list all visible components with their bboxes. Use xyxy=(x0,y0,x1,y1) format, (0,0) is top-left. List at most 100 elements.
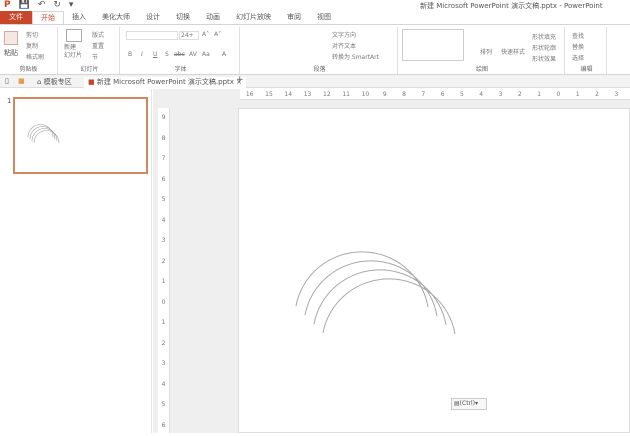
italic-button[interactable]: I xyxy=(141,51,143,58)
section-button[interactable]: 节 xyxy=(92,52,98,61)
title-bar: P 💾 ↶ ↻ ▾ 新建 Microsoft PowerPoint 演示文稿.p… xyxy=(0,0,630,11)
slides-group: 新建 幻灯片 版式 重置 节 幻灯片 xyxy=(60,27,120,74)
new-slide-icon xyxy=(66,29,82,42)
paste-icon xyxy=(4,31,18,45)
redo-icon[interactable]: ↻ xyxy=(53,0,61,10)
change-case-button[interactable]: Aa xyxy=(202,51,210,58)
strikethrough-button[interactable]: abc xyxy=(174,51,185,58)
font-label: 字体 xyxy=(122,64,239,73)
new-slide-button[interactable]: 新建 幻灯片 xyxy=(64,44,82,60)
shrink-font-button[interactable]: A˅ xyxy=(214,31,221,38)
slides-label: 幻灯片 xyxy=(60,64,119,73)
tab-view[interactable]: 视图 xyxy=(309,11,339,24)
editing-group: 查找 替换 选择 编辑 xyxy=(567,27,607,74)
ruler-tick-label: 2 xyxy=(510,89,529,99)
paste-button[interactable]: 粘贴 xyxy=(4,48,18,58)
tab-slideshow[interactable]: 幻灯片放映 xyxy=(228,11,279,24)
ruler-tick-label: 0 xyxy=(158,293,169,314)
tab-insert[interactable]: 插入 xyxy=(64,11,94,24)
quick-access-toolbar: P 💾 ↶ ↻ ▾ xyxy=(4,0,73,10)
replace-button[interactable]: 替换 xyxy=(572,42,584,51)
convert-smartart-button[interactable]: 转换为 SmartArt xyxy=(332,52,379,61)
ruler-tick-label: 2 xyxy=(158,334,169,355)
document-tabs: ▯ ■ ⌂ 模板专区 ■ 新建 Microsoft PowerPoint 演示文… xyxy=(0,75,630,88)
ruler-tick-label: 9 xyxy=(158,108,169,129)
shapes-gallery[interactable] xyxy=(402,29,464,61)
ruler-tick-label: 16 xyxy=(240,89,259,99)
slide-editor: 161514131211109876543210123 987654321012… xyxy=(153,89,630,433)
underline-button[interactable]: U xyxy=(153,51,157,58)
ruler-tick-label: 2 xyxy=(158,252,169,273)
paste-options-button[interactable]: ▤(Ctrl)▾ xyxy=(451,398,487,410)
drawing-group: 排列 快速样式 形状填充 形状轮廓 形状效果 绘图 xyxy=(400,27,565,74)
copy-button[interactable]: 复制 xyxy=(26,41,38,50)
tab-beautify[interactable]: 美化大师 xyxy=(94,11,138,24)
ruler-tick-label: 3 xyxy=(491,89,510,99)
shape-effects-button[interactable]: 形状效果 xyxy=(532,54,556,63)
reset-button[interactable]: 重置 xyxy=(92,41,104,50)
template-tab[interactable]: ⌂ 模板专区 xyxy=(37,77,72,87)
arrange-button[interactable]: 排列 xyxy=(480,47,492,56)
paragraph-group: 文字方向 对齐文本 转换为 SmartArt 段落 xyxy=(242,27,398,74)
font-size-select[interactable]: 24+ xyxy=(179,31,199,40)
ruler-tick-label: 6 xyxy=(433,89,452,99)
shape-fill-button[interactable]: 形状填充 xyxy=(532,32,556,41)
ruler-tick-label: 1 xyxy=(568,89,587,99)
tab-animations[interactable]: 动画 xyxy=(198,11,228,24)
ruler-tick-label: 13 xyxy=(298,89,317,99)
editing-label: 编辑 xyxy=(567,64,606,73)
drawing-label: 绘图 xyxy=(400,64,564,73)
align-text-button[interactable]: 对齐文本 xyxy=(332,41,356,50)
shadow-button[interactable]: S xyxy=(165,51,169,58)
bold-button[interactable]: B xyxy=(128,51,132,58)
font-group: 24+ A˄ A˅ B I U S abc AV Aa A 字体 xyxy=(122,27,240,74)
cut-button[interactable]: 剪切 xyxy=(26,30,38,39)
tab-review[interactable]: 审阅 xyxy=(279,11,309,24)
ruler-tick-label: 3 xyxy=(607,89,626,99)
find-button[interactable]: 查找 xyxy=(572,31,584,40)
slide-thumbnail[interactable] xyxy=(13,97,148,174)
clipboard-group: 粘贴 剪切 复制 格式刷 剪贴板 xyxy=(0,27,58,74)
grow-font-button[interactable]: A˄ xyxy=(202,31,209,38)
template-tab-label: 模板专区 xyxy=(44,78,72,86)
save-icon[interactable]: 💾 xyxy=(19,0,30,10)
ruler-tick-label: 12 xyxy=(317,89,336,99)
pptx-icon: ■ xyxy=(88,78,95,86)
select-button[interactable]: 选择 xyxy=(572,53,584,62)
folder-icon[interactable]: ■ xyxy=(18,77,25,85)
ruler-tick-label: 8 xyxy=(394,89,413,99)
slide-canvas[interactable] xyxy=(238,108,630,433)
font-color-button[interactable]: A xyxy=(222,51,226,58)
vertical-ruler: 9876543210123456 xyxy=(158,108,170,433)
character-spacing-button[interactable]: AV xyxy=(189,51,197,58)
ruler-tick-label: 7 xyxy=(158,149,169,170)
add-tab-button[interactable]: + xyxy=(236,75,244,85)
customize-qat-icon[interactable]: ▾ xyxy=(69,0,74,10)
tab-home[interactable]: 开始 xyxy=(32,11,64,25)
undo-icon[interactable]: ↶ xyxy=(38,0,46,10)
format-painter-button[interactable]: 格式刷 xyxy=(26,52,44,61)
ruler-tick-label: 3 xyxy=(158,231,169,252)
paste-options-label: (Ctrl) xyxy=(460,400,475,407)
font-name-select[interactable] xyxy=(126,31,178,40)
ruler-tick-label: 14 xyxy=(279,89,298,99)
arc-shape-1 xyxy=(296,252,428,307)
tab-file[interactable]: 文件 xyxy=(0,11,32,24)
shape-outline-button[interactable]: 形状轮廓 xyxy=(532,43,556,52)
arc-shapes xyxy=(239,109,630,434)
ribbon-tabs: 文件 开始 插入 美化大师 设计 切换 动画 幻灯片放映 审阅 视图 xyxy=(0,11,630,24)
ruler-tick-label: 2 xyxy=(587,89,606,99)
new-doc-icon[interactable]: ▯ xyxy=(5,77,9,85)
thumbnail-arcs xyxy=(15,99,146,172)
horizontal-ruler: 161514131211109876543210123 xyxy=(240,89,630,100)
ruler-tick-label: 6 xyxy=(158,170,169,191)
tab-design[interactable]: 设计 xyxy=(138,11,168,24)
ruler-tick-label: 5 xyxy=(158,190,169,211)
layout-button[interactable]: 版式 xyxy=(92,30,104,39)
text-direction-button[interactable]: 文字方向 xyxy=(332,30,356,39)
tab-transitions[interactable]: 切换 xyxy=(168,11,198,24)
paragraph-label: 段落 xyxy=(242,64,397,73)
ruler-tick-label: 0 xyxy=(549,89,568,99)
document-tab[interactable]: ■ 新建 Microsoft PowerPoint 演示文稿.pptx × xyxy=(84,77,246,88)
quick-styles-button[interactable]: 快速样式 xyxy=(501,47,525,56)
